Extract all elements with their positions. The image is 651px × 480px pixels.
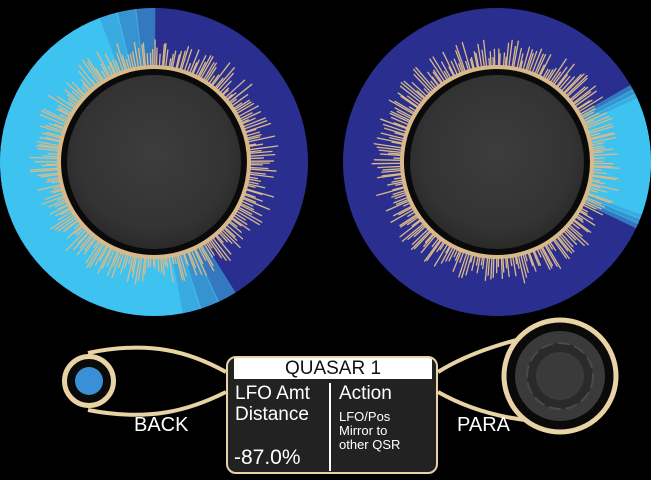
action-desc-line3: other QSR bbox=[339, 437, 401, 452]
para-label: PARA bbox=[457, 414, 510, 436]
param-name-line1: LFO Amt bbox=[235, 383, 310, 404]
display-title: QUASAR 1 bbox=[234, 358, 432, 379]
action-label: Action bbox=[339, 383, 392, 404]
action-desc-line1: LFO/Pos bbox=[339, 409, 391, 424]
action-desc-line2: Mirror to bbox=[339, 423, 388, 438]
param-name-line2: Distance bbox=[235, 404, 309, 425]
lcd-display: QUASAR 1 LFO Amt Distance -87.0% Action … bbox=[226, 356, 438, 474]
param-value: -87.0% bbox=[234, 446, 301, 469]
display-divider bbox=[329, 383, 331, 471]
